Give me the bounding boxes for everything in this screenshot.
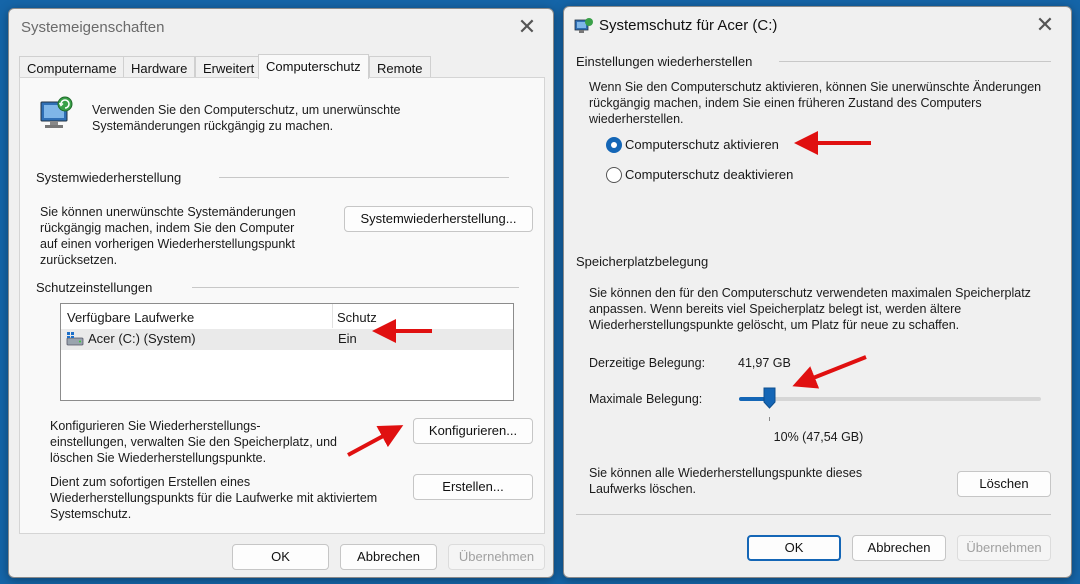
computerschutz-panel: Verwenden Sie den Computerschutz, um une… (19, 77, 545, 534)
space-text-line1: Sie können den für den Computerschutz ve… (589, 286, 1031, 300)
slider-tick (769, 417, 771, 421)
column-header-drives[interactable]: Verfügbare Laufwerke (67, 310, 194, 325)
restore-text-line1: Sie können unerwünschte Systemänderungen (40, 205, 296, 219)
title-bar: Systemschutz für Acer (C:) ✕ (564, 7, 1071, 47)
apply-button[interactable]: Übernehmen (448, 544, 545, 570)
delete-text-line1: Sie können alle Wiederherstellungspunkte… (589, 466, 863, 480)
group-systemwiederherstellung: Systemwiederherstellung (36, 170, 182, 185)
drives-list[interactable]: Verfügbare Laufwerke Schutz Acer (C:) (S… (60, 303, 514, 401)
column-separator (332, 304, 333, 328)
intro-text-line1: Verwenden Sie den Computerschutz, um une… (92, 103, 401, 117)
delete-text-line2: Laufwerks löschen. (589, 482, 697, 496)
space-text-line3: Wiederherstellungspunkte gelöscht, um Pl… (589, 318, 960, 332)
settings-text-line2: rückgängig machen, indem Sie einen frühe… (589, 96, 982, 110)
max-usage-slider-thumb[interactable] (763, 387, 776, 409)
configure-text-line2: einstellungen, verwalten Sie den Speiche… (50, 435, 337, 449)
table-row[interactable]: Acer (C:) (System) Ein (61, 329, 513, 350)
current-usage-value: 41,97 GB (738, 356, 791, 370)
system-protection-title-icon (574, 18, 593, 33)
radio-enable-protection[interactable] (606, 137, 622, 153)
tab-computername[interactable]: Computername (19, 56, 125, 78)
drive-icon (66, 332, 84, 346)
configure-text-line3: löschen Sie Wiederherstellungspunkte. (50, 451, 267, 465)
create-text-line1: Dient zum sofortigen Erstellen eines (50, 475, 251, 489)
title-bar: Systemeigenschaften ✕ (9, 9, 553, 49)
create-button[interactable]: Erstellen... (413, 474, 533, 500)
dialog-title: Systemschutz für Acer (C:) (599, 17, 778, 34)
apply-button[interactable]: Übernehmen (957, 535, 1051, 561)
restore-text-line4: zurücksetzen. (40, 253, 118, 267)
delete-button[interactable]: Löschen (957, 471, 1051, 497)
restore-text-line2: rückgängig machen, indem Sie den Compute… (40, 221, 295, 235)
group-divider (779, 61, 1051, 62)
space-text-line2: anpassen. Wenn bereits viel Speicherplat… (589, 302, 962, 316)
cancel-button[interactable]: Abbrechen (340, 544, 437, 570)
intro-text-line2: Systemänderungen rückgängig zu machen. (92, 119, 334, 133)
close-icon[interactable]: ✕ (513, 15, 541, 43)
cancel-button[interactable]: Abbrechen (852, 535, 946, 561)
settings-text-line1: Wenn Sie den Computerschutz aktivieren, … (589, 80, 1042, 94)
restore-text-line3: auf einen vorherigen Wiederherstellungsp… (40, 237, 296, 251)
system-restore-button[interactable]: Systemwiederherstellung... (344, 206, 533, 232)
settings-text-line3: wiederherstellen. (589, 112, 684, 126)
column-header-protection[interactable]: Schutz (337, 310, 377, 325)
radio-enable-label[interactable]: Computerschutz aktivieren (625, 137, 779, 153)
max-usage-slider-track[interactable] (739, 397, 1041, 401)
configure-button[interactable]: Konfigurieren... (413, 418, 533, 444)
radio-disable-protection[interactable] (606, 167, 622, 183)
max-usage-value: 10% (47,54 GB) (773, 430, 864, 444)
create-text-line3: Systemschutz. (50, 507, 132, 521)
radio-disable-label[interactable]: Computerschutz deaktivieren (625, 167, 793, 183)
group-speicherplatz: Speicherplatzbelegung (576, 254, 709, 269)
drive-protection-status: Ein (338, 331, 357, 346)
ok-button[interactable]: OK (232, 544, 329, 570)
group-schutzeinstellungen: Schutzeinstellungen (36, 280, 153, 295)
current-usage-label: Derzeitige Belegung: (589, 356, 706, 370)
group-divider (219, 177, 509, 178)
create-text-line2: Wiederherstellungspunkts für die Laufwer… (50, 491, 378, 505)
system-protection-icon (40, 96, 73, 128)
tab-erweitert[interactable]: Erweitert (195, 56, 263, 78)
window-title: Systemeigenschaften (21, 19, 165, 36)
system-protection-dialog: Systemschutz für Acer (C:) ✕ Einstellung… (563, 6, 1072, 578)
ok-button[interactable]: OK (747, 535, 841, 561)
group-einstellungen: Einstellungen wiederherstellen (576, 54, 753, 69)
max-usage-label: Maximale Belegung: (589, 392, 703, 406)
system-properties-window: Systemeigenschaften ✕ Computername Hardw… (8, 8, 554, 578)
tab-hardware[interactable]: Hardware (123, 56, 196, 78)
drive-name: Acer (C:) (System) (88, 331, 196, 346)
footer-divider (576, 514, 1051, 515)
close-icon[interactable]: ✕ (1031, 13, 1059, 41)
tab-remote[interactable]: Remote (369, 56, 431, 78)
group-divider (192, 287, 519, 288)
tab-computerschutz[interactable]: Computerschutz (258, 54, 369, 79)
configure-text-line1: Konfigurieren Sie Wiederherstellungs- (50, 419, 261, 433)
